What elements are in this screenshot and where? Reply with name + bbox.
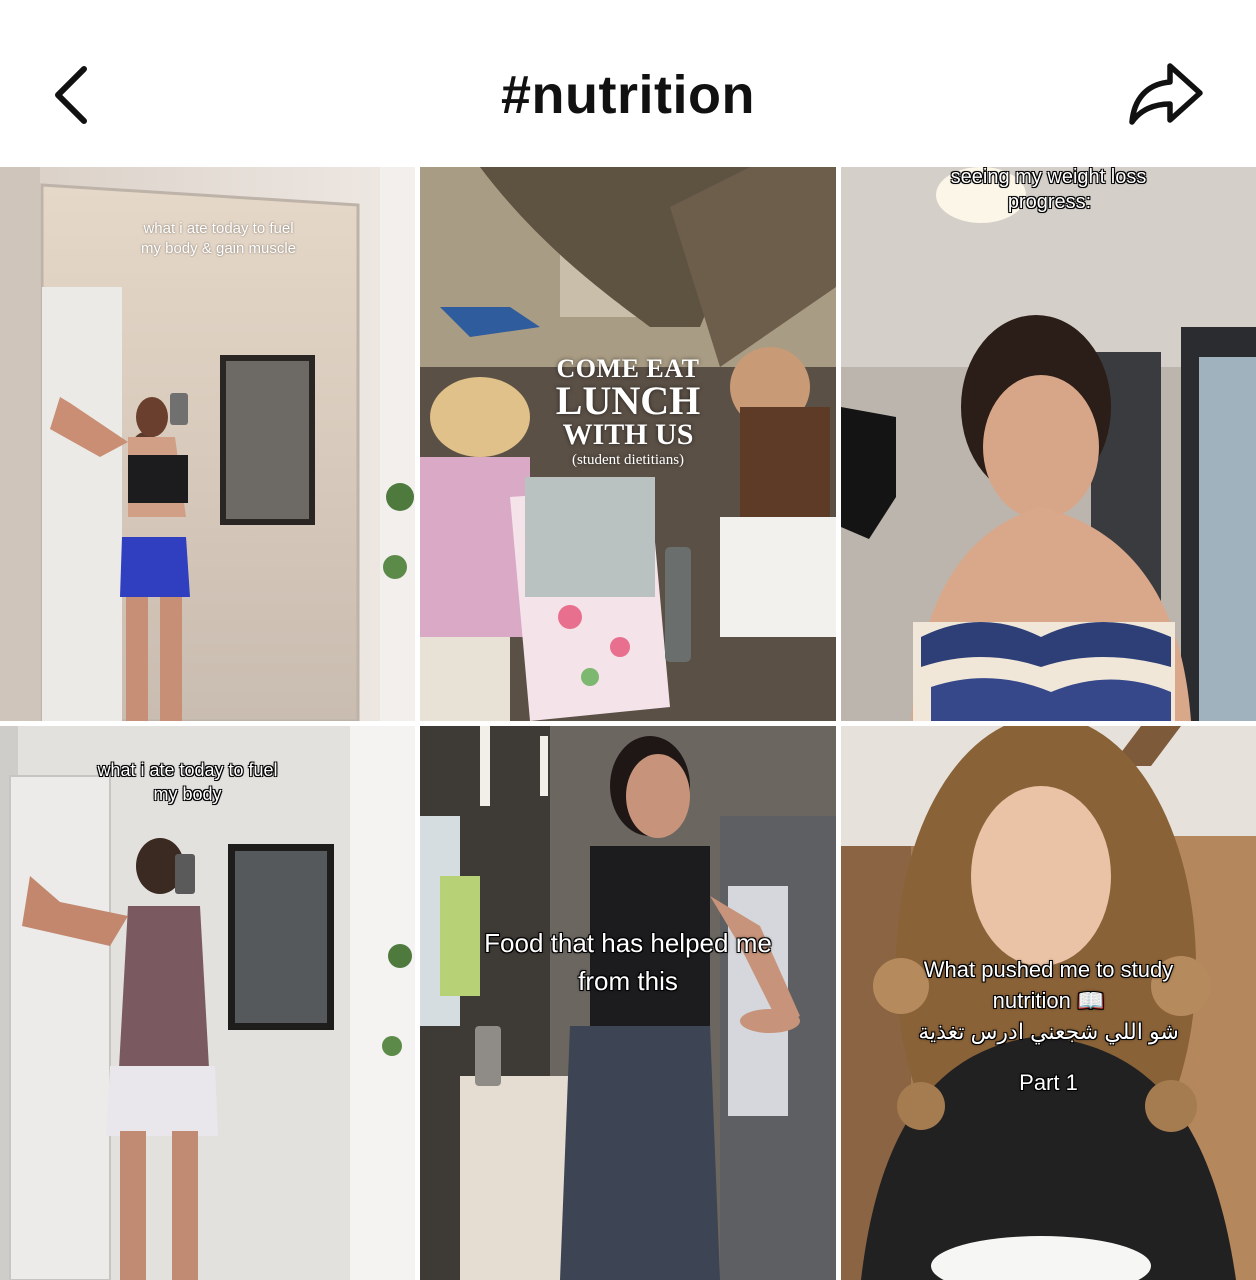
video-tile-2[interactable]: COME EAT LUNCH WITH US (student dietitia… [420, 167, 836, 721]
video-thumbnail [0, 726, 415, 1280]
video-caption: what i ate today to fuel my body [97, 760, 278, 804]
video-caption: What pushed me to study nutrition 📖 شو ا… [918, 957, 1179, 1095]
video-caption: seeing my weight loss progress: [950, 167, 1147, 213]
video-grid: what i ate today to fuel my body & gain … [0, 167, 1256, 1280]
video-tile-5[interactable]: Food that has helped me from this [420, 726, 836, 1280]
video-thumbnail [420, 726, 836, 1280]
video-tile-6[interactable]: What pushed me to study nutrition 📖 شو ا… [841, 726, 1256, 1280]
video-caption: Food that has helped me from this [484, 928, 772, 996]
top-bar: #nutrition [0, 0, 1256, 167]
video-tile-1[interactable]: what i ate today to fuel my body & gain … [0, 167, 415, 721]
video-caption: COME EAT LUNCH WITH US (student dietitia… [555, 354, 701, 469]
video-caption: what i ate today to fuel my body & gain … [140, 220, 297, 257]
share-button[interactable] [1118, 52, 1214, 138]
page-title: #nutrition [501, 65, 755, 125]
video-tile-3[interactable]: seeing my weight loss progress: [841, 167, 1256, 721]
video-tile-4[interactable]: what i ate today to fuel my body [0, 726, 415, 1280]
video-thumbnail [841, 167, 1256, 721]
share-arrow-icon [1129, 63, 1203, 125]
